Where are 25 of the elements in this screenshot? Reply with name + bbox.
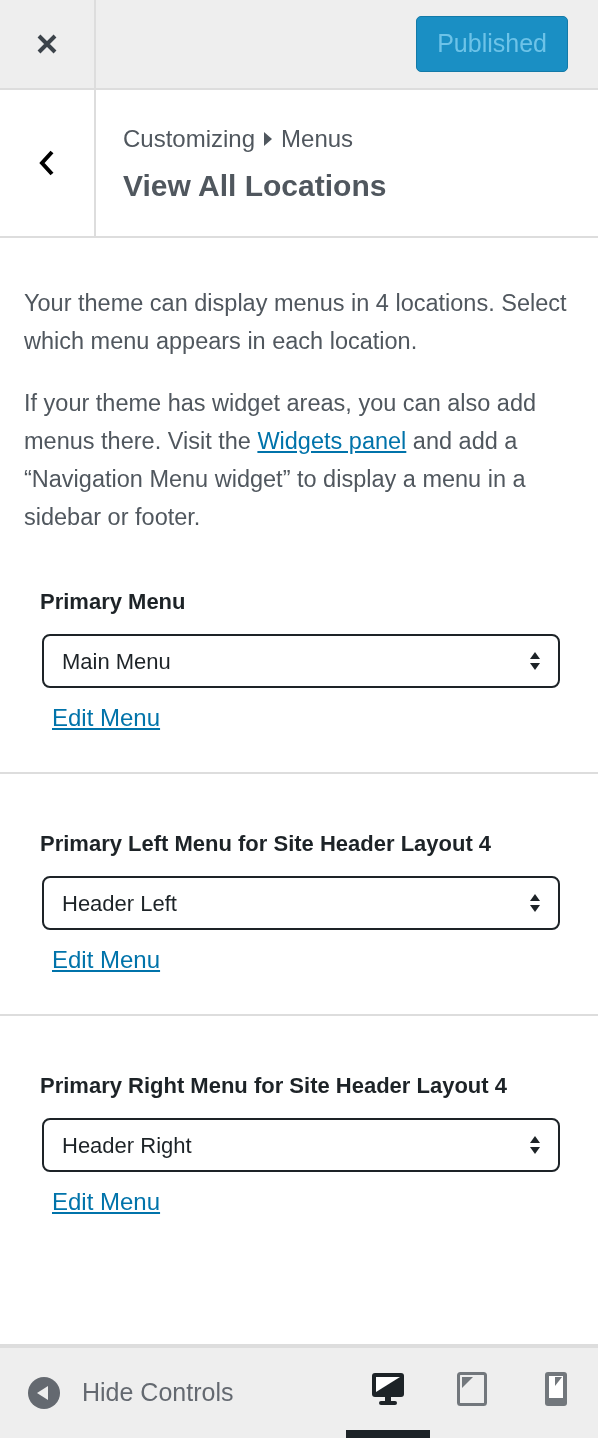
tablet-icon bbox=[457, 1372, 487, 1406]
menu-select[interactable]: Header Left bbox=[42, 876, 560, 930]
edit-menu-link[interactable]: Edit Menu bbox=[52, 942, 161, 978]
caret-right-icon bbox=[264, 132, 273, 147]
close-icon bbox=[36, 33, 58, 55]
panel-title: View All Locations bbox=[123, 168, 387, 205]
location-label: Primary Menu bbox=[40, 588, 187, 616]
select-arrows-icon bbox=[530, 651, 540, 671]
breadcrumb-item: Menus bbox=[281, 124, 354, 155]
menu-select[interactable]: Header Right bbox=[42, 1118, 560, 1172]
description-text: Your theme can display menus in 4 locations. Select which menu appears in each location. bbox=[24, 289, 568, 356]
edit-menu-link[interactable]: Edit Menu bbox=[52, 1184, 161, 1220]
collapse-icon bbox=[28, 1377, 60, 1409]
edit-menu-link[interactable]: Edit Menu bbox=[52, 700, 161, 736]
select-arrows-icon bbox=[530, 1135, 540, 1155]
desktop-icon bbox=[371, 1372, 405, 1406]
widgets-panel-link[interactable]: Widgets panel bbox=[257, 428, 407, 454]
select-arrows-icon bbox=[530, 893, 540, 913]
menu-select[interactable]: Main Menu bbox=[42, 634, 560, 688]
phone-icon bbox=[545, 1372, 567, 1406]
location-label: Primary Right Menu for Site Header Layout 4 bbox=[40, 1072, 508, 1100]
location-label: Primary Left Menu for Site Header Layout 4 bbox=[40, 830, 493, 858]
breadcrumb-item: Customizing bbox=[123, 124, 256, 155]
back-icon bbox=[38, 149, 56, 177]
description-text: If your theme has widget areas, you can also add menus there. Visit the Widgets panel and add a “Navigation Menu widget” to display a menu in a sidebar or footer. bbox=[24, 389, 538, 532]
